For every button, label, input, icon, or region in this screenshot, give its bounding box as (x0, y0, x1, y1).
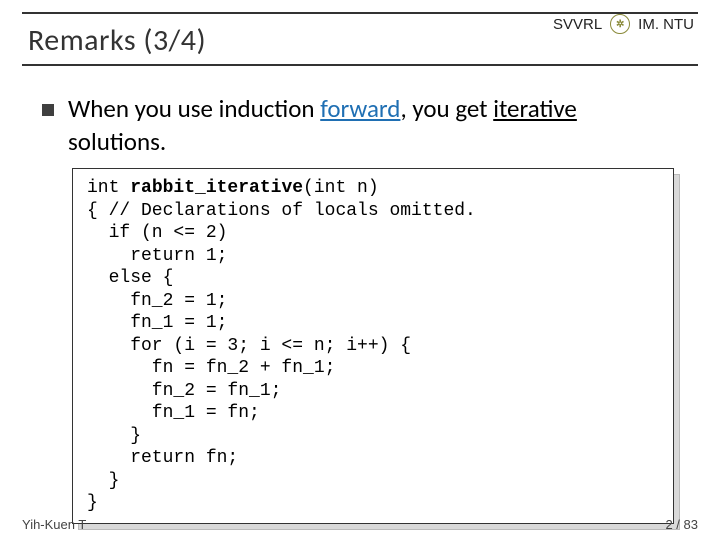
code-l12: } (87, 426, 141, 446)
slide: Remarks (3/4) SVVRL ✲ IM. NTU When you u… (0, 0, 720, 540)
lab-label: SVVRL (553, 16, 602, 33)
bullet-pre: When you use induction (68, 93, 320, 124)
code-l6: fn_2 = 1; (87, 291, 227, 311)
body: When you use induction forward, you get … (0, 65, 720, 524)
bullet-mid: , you get (400, 93, 493, 124)
code-l1c: (int n) (303, 178, 379, 198)
code-l4: return 1; (87, 246, 227, 266)
code-l10: fn_2 = fn_1; (87, 381, 281, 401)
square-bullet-icon (42, 104, 54, 116)
code-l14: } (87, 471, 119, 491)
bullet-item: When you use induction forward, you get … (42, 93, 678, 158)
code-l7: fn_1 = 1; (87, 313, 227, 333)
code-l8: for (i = 3; i <= n; i++) { (87, 336, 411, 356)
forward-word: forward (320, 93, 400, 124)
header: Remarks (3/4) SVVRL ✲ IM. NTU (0, 0, 720, 65)
code-l5: else { (87, 268, 173, 288)
code-l3: if (n <= 2) (87, 223, 227, 243)
code-l9: fn = fn_2 + fn_1; (87, 358, 335, 378)
code-l11: fn_1 = fn; (87, 403, 260, 423)
bullet-text: When you use induction forward, you get … (68, 93, 678, 158)
footer-page-number: 2 / 83 (665, 517, 698, 532)
dept-label: IM. NTU (638, 16, 694, 33)
logo-icon: ✲ (610, 14, 630, 34)
iterative-word: iterative (493, 93, 577, 124)
code-fn-name: rabbit_iterative (130, 178, 303, 198)
code-block: int rabbit_iterative(int n) { // Declara… (72, 168, 674, 524)
code-block-wrap: int rabbit_iterative(int n) { // Declara… (72, 168, 674, 524)
code-l15: } (87, 493, 98, 513)
code-l2: { // Declarations of locals omitted. (87, 201, 476, 221)
bullet-post: solutions. (68, 126, 166, 157)
code-l13: return fn; (87, 448, 238, 468)
code-l1a: int (87, 178, 130, 198)
header-right: SVVRL ✲ IM. NTU (553, 14, 694, 34)
footer-author: Yih-Kuen T (22, 517, 86, 532)
